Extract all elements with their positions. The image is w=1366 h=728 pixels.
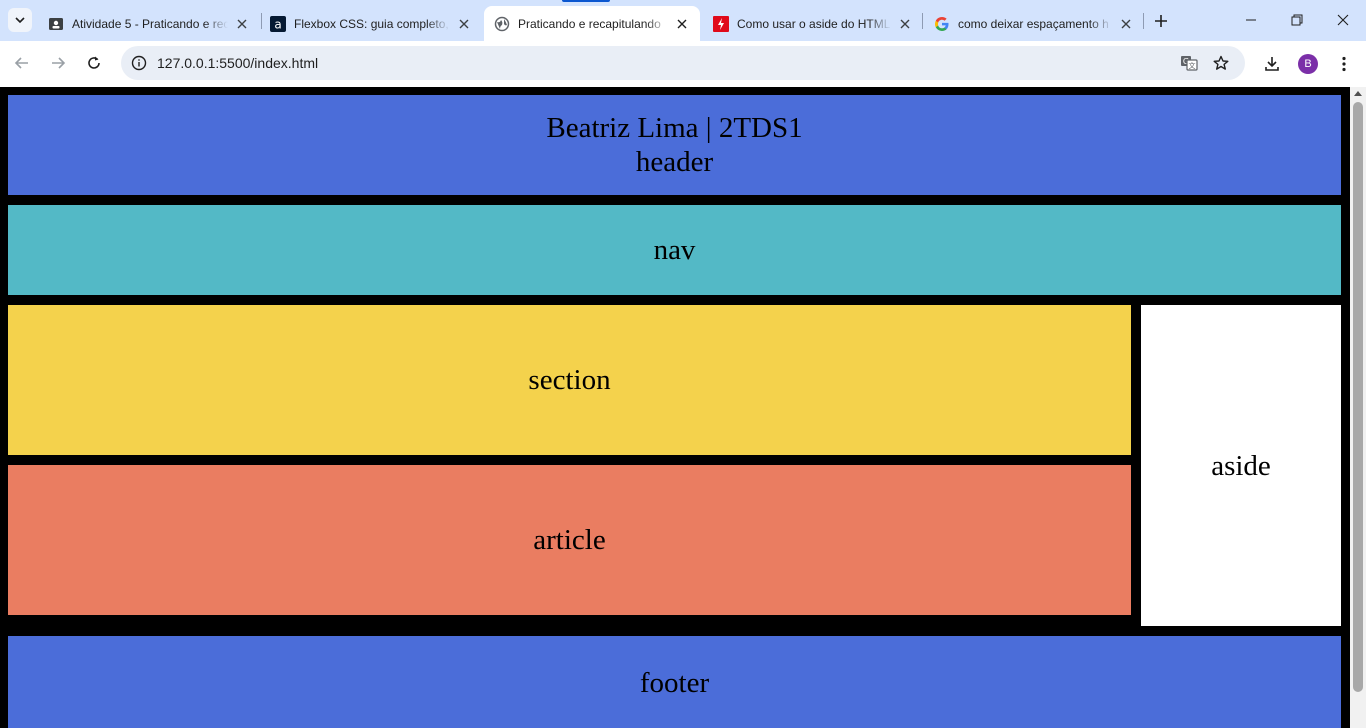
page-header: Beatriz Lima | 2TDS1 header (8, 95, 1341, 195)
tab-strip: Atividade 5 - Praticando e recapitulando… (0, 0, 1366, 41)
page-footer: footer (8, 636, 1341, 728)
tab-aside[interactable]: Como usar o aside do HTML (705, 6, 921, 41)
tab-divider (1143, 13, 1144, 29)
tab-title: Flexbox CSS: guia completo, e (294, 16, 450, 31)
new-tab-button[interactable] (1150, 10, 1172, 32)
site-info-button[interactable] (127, 51, 151, 75)
info-icon (131, 55, 147, 71)
page-section: section (8, 305, 1131, 455)
header-label: header (635, 146, 714, 178)
menu-button[interactable] (1330, 50, 1358, 78)
reload-icon (88, 56, 100, 69)
globe-icon (494, 16, 510, 32)
close-window-button[interactable] (1320, 0, 1366, 40)
translate-icon: G文 (1181, 56, 1198, 71)
minimize-button[interactable] (1228, 0, 1274, 40)
close-icon[interactable] (897, 16, 913, 32)
google-icon (934, 16, 950, 32)
address-bar[interactable]: 127.0.0.1:5500/index.html G文 (121, 46, 1245, 80)
back-button[interactable] (8, 49, 36, 77)
alura-icon: a (270, 15, 286, 32)
aside-label: aside (1211, 449, 1271, 482)
header-title: Beatriz Lima | 2TDS1 (546, 112, 803, 144)
close-icon (1337, 14, 1349, 26)
close-icon[interactable] (1118, 16, 1134, 32)
kebab-menu-icon (1342, 56, 1346, 72)
scrollbar-thumb[interactable] (1353, 102, 1363, 692)
active-tab-indicator (562, 0, 610, 2)
minimize-icon (1246, 19, 1256, 21)
footer-label: footer (639, 667, 710, 699)
close-icon[interactable] (234, 16, 250, 32)
translate-button[interactable]: G文 (1177, 51, 1201, 75)
nav-label: nav (653, 234, 696, 266)
vertical-scrollbar[interactable] (1350, 87, 1366, 728)
page-viewport: Beatriz Lima | 2TDS1 header nav section … (0, 87, 1350, 728)
bookmark-button[interactable] (1209, 51, 1233, 75)
download-icon (1265, 57, 1279, 71)
downloads-button[interactable] (1258, 50, 1286, 78)
tab-title: como deixar espaçamento h (958, 16, 1109, 31)
tab-title: Praticando e recapitulando (518, 16, 661, 31)
arrow-right-icon (52, 57, 66, 69)
svg-text:文: 文 (1189, 61, 1196, 70)
browser-toolbar: 127.0.0.1:5500/index.html G文 B (0, 41, 1366, 87)
tab-divider (922, 13, 923, 29)
page-nav: nav (8, 205, 1341, 295)
url-text[interactable]: 127.0.0.1:5500/index.html (157, 55, 318, 71)
section-label: section (528, 364, 611, 396)
scroll-up-arrow-icon[interactable] (1354, 91, 1362, 96)
close-icon[interactable] (456, 16, 472, 32)
devmedia-icon (713, 15, 729, 32)
arrow-left-icon (14, 57, 28, 69)
star-icon (1213, 55, 1229, 70)
close-icon[interactable] (674, 16, 690, 32)
article-label: article (533, 524, 606, 556)
restore-icon (1291, 14, 1303, 26)
tab-praticando[interactable]: Praticando e recapitulando (484, 6, 700, 41)
tab-title: Atividade 5 - Praticando e recapitulando (72, 16, 228, 31)
classroom-icon (48, 16, 64, 32)
plus-icon (1155, 15, 1167, 27)
restore-button[interactable] (1274, 0, 1320, 40)
chevron-down-icon (15, 17, 25, 24)
profile-button[interactable]: B (1294, 50, 1322, 78)
reload-button[interactable] (80, 49, 108, 77)
tab-atividade[interactable]: Atividade 5 - Praticando e recapitulando (40, 6, 258, 41)
avatar: B (1298, 54, 1318, 74)
tab-flexbox[interactable]: a Flexbox CSS: guia completo, e (262, 6, 480, 41)
tab-google[interactable]: como deixar espaçamento h (926, 6, 1142, 41)
forward-button[interactable] (44, 49, 72, 77)
page-aside: aside (1141, 305, 1341, 626)
tab-search-button[interactable] (8, 8, 32, 32)
tab-title: Como usar o aside do HTML (737, 16, 891, 31)
page-article: article (8, 465, 1131, 615)
svg-text:a: a (274, 17, 281, 31)
